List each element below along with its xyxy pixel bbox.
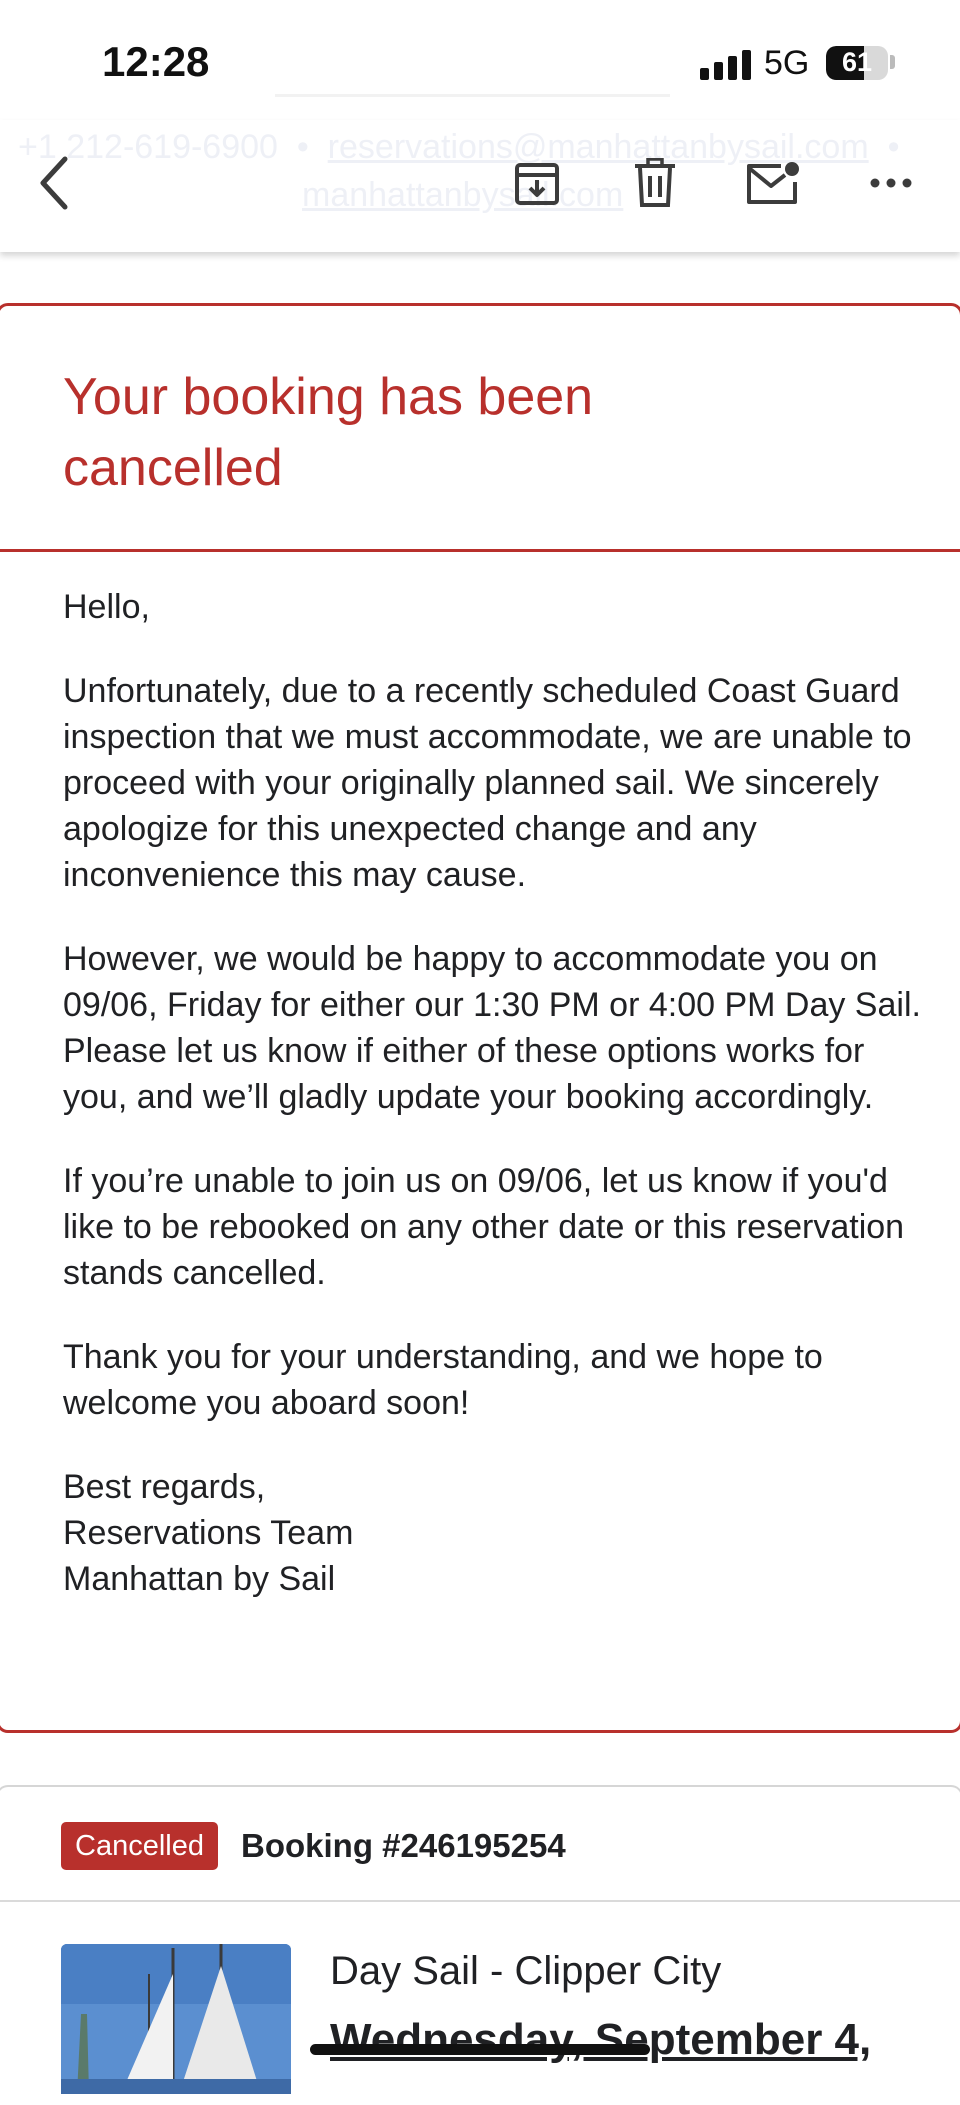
trip-thumbnail <box>61 1944 291 2094</box>
signature-team: Reservations Team <box>63 1514 354 1552</box>
trash-icon <box>635 158 675 207</box>
sailboat-image <box>61 1944 291 2094</box>
paragraph-thanks: Thank you for your understanding, and we… <box>63 1338 823 1422</box>
back-arrow-icon <box>40 156 68 210</box>
paragraph-rebook: If you’re unable to join us on 09/06, le… <box>63 1162 905 1292</box>
more-options-button[interactable] <box>856 148 926 218</box>
more-icon <box>870 178 912 188</box>
network-type: 5G <box>764 44 810 82</box>
paragraph-alternative: However, we would be happy to accommodat… <box>63 940 921 1116</box>
cancellation-title: Your booking has been cancelled <box>63 368 594 497</box>
mark-unread-button[interactable] <box>738 148 808 218</box>
cellular-signal-icon <box>700 50 752 80</box>
booking-number: Booking #246195254 <box>241 1827 566 1864</box>
battery-level: 61 <box>841 47 873 77</box>
signature-company: Manhattan by Sail <box>63 1560 336 1598</box>
email-body: Hello, Unfortunately, due to a recently … <box>63 584 923 1602</box>
booking-card: Cancelled Booking #246195254 Day Sail - … <box>0 1785 960 2105</box>
delete-button[interactable] <box>620 148 690 218</box>
signoff: Best regards, <box>63 1468 266 1506</box>
cancellation-card: Your booking has been cancelled Hello, U… <box>0 303 960 1733</box>
booking-header: Cancelled Booking #246195254 <box>0 1787 960 1902</box>
trip-name: Day Sail - Clipper City <box>330 1949 722 1993</box>
cancellation-header: Your booking has been cancelled <box>0 306 960 552</box>
back-button[interactable] <box>20 148 90 218</box>
greeting: Hello, <box>63 588 150 626</box>
status-time: 12:28 <box>102 38 210 85</box>
battery-icon: 61 <box>826 46 888 80</box>
email-toolbar: +1 212-619-6900 • reservations@manhattan… <box>0 120 960 252</box>
trip-date: Wednesday, September 4, <box>330 2015 872 2064</box>
mark-unread-icon <box>747 162 799 204</box>
background-website: manhattanbysail.com <box>302 176 624 214</box>
paragraph-reason: Unfortunately, due to a recently schedul… <box>63 672 912 894</box>
archive-button[interactable] <box>502 148 572 218</box>
home-indicator[interactable] <box>310 2044 650 2055</box>
archive-icon <box>515 163 559 205</box>
status-bar: 12:28 5G 61 <box>0 0 960 120</box>
status-badge: Cancelled <box>61 1822 218 1870</box>
